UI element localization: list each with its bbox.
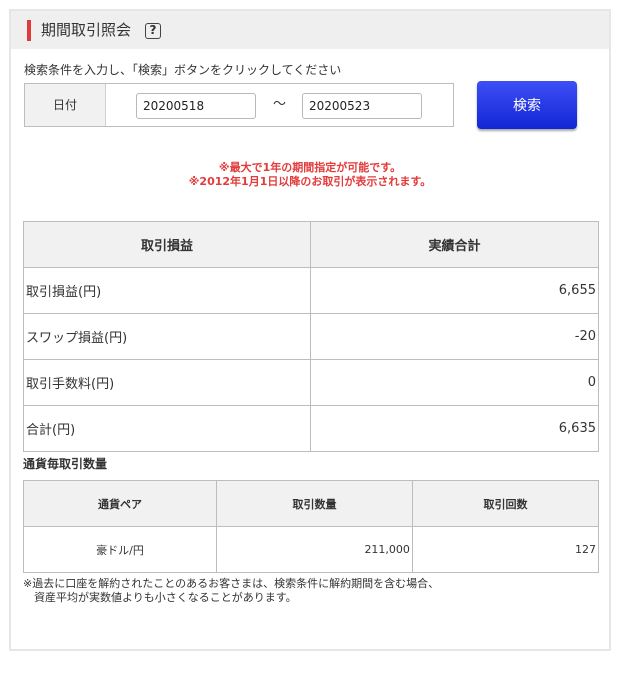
note-start-date: ※2012年1月1日以降のお取引が表示されます。 bbox=[188, 175, 432, 188]
column-header-pnl: 取引損益 bbox=[23, 221, 311, 268]
table-row: 取引手数料(円) 0 bbox=[23, 359, 599, 406]
date-range-row: 日付 ～ bbox=[24, 83, 454, 127]
search-instruction: 検索条件を入力し、「検索」ボタンをクリックしてください bbox=[24, 63, 342, 77]
note-max-period: ※最大で1年の期間指定が可能です。 bbox=[218, 161, 402, 174]
table-row: 取引損益(円) 6,655 bbox=[23, 267, 599, 314]
search-button[interactable]: 検索 bbox=[477, 81, 577, 129]
column-header-quantity: 取引数量 bbox=[216, 480, 413, 527]
date-from-input[interactable] bbox=[136, 93, 256, 119]
table-row: スワップ損益(円) -20 bbox=[23, 313, 599, 360]
row-value: 0 bbox=[310, 359, 599, 406]
period-notes: ※最大で1年の期間指定が可能です。 ※2012年1月1日以降のお取引が表示されま… bbox=[11, 161, 609, 189]
header-accent-bar bbox=[27, 20, 31, 41]
table-header-row: 通貨ペア 取引数量 取引回数 bbox=[23, 480, 600, 527]
row-value: -20 bbox=[310, 313, 599, 360]
currency-pair: 豪ドル/円 bbox=[23, 526, 217, 573]
row-label: 取引手数料(円) bbox=[23, 359, 311, 406]
currency-section-title: 通貨毎取引数量 bbox=[23, 457, 108, 471]
currency-table: 通貨ペア 取引数量 取引回数 豪ドル/円 211,000 127 bbox=[23, 480, 600, 573]
trade-inquiry-panel: 期間取引照会 ? 検索条件を入力し、「検索」ボタンをクリックしてください 日付 … bbox=[9, 9, 611, 651]
panel-header: 期間取引照会 ? bbox=[11, 11, 609, 49]
row-label: スワップ損益(円) bbox=[23, 313, 311, 360]
pnl-table: 取引損益 実績合計 取引損益(円) 6,655 スワップ損益(円) -20 取引… bbox=[23, 221, 599, 452]
date-label: 日付 bbox=[25, 84, 106, 126]
footnote: ※過去に口座を解約されたことのあるお客さまは、検索条件に解約期間を含む場合、 資… bbox=[23, 577, 440, 604]
trade-quantity: 211,000 bbox=[216, 526, 413, 573]
row-value: 6,655 bbox=[310, 267, 599, 314]
column-header-count: 取引回数 bbox=[411, 480, 600, 527]
page-title: 期間取引照会 bbox=[41, 21, 132, 39]
column-header-pair: 通貨ペア bbox=[23, 480, 217, 527]
row-label: 合計(円) bbox=[23, 405, 311, 452]
table-row: 合計(円) 6,635 bbox=[23, 405, 599, 452]
table-row: 豪ドル/円 211,000 127 bbox=[23, 526, 600, 573]
column-header-total: 実績合計 bbox=[310, 221, 599, 268]
date-to-input[interactable] bbox=[302, 93, 422, 119]
table-header-row: 取引損益 実績合計 bbox=[23, 221, 599, 268]
row-value: 6,635 bbox=[310, 405, 599, 452]
trade-count: 127 bbox=[411, 526, 600, 573]
date-separator: ～ bbox=[273, 97, 287, 112]
help-icon[interactable]: ? bbox=[145, 23, 161, 39]
row-label: 取引損益(円) bbox=[23, 267, 311, 314]
